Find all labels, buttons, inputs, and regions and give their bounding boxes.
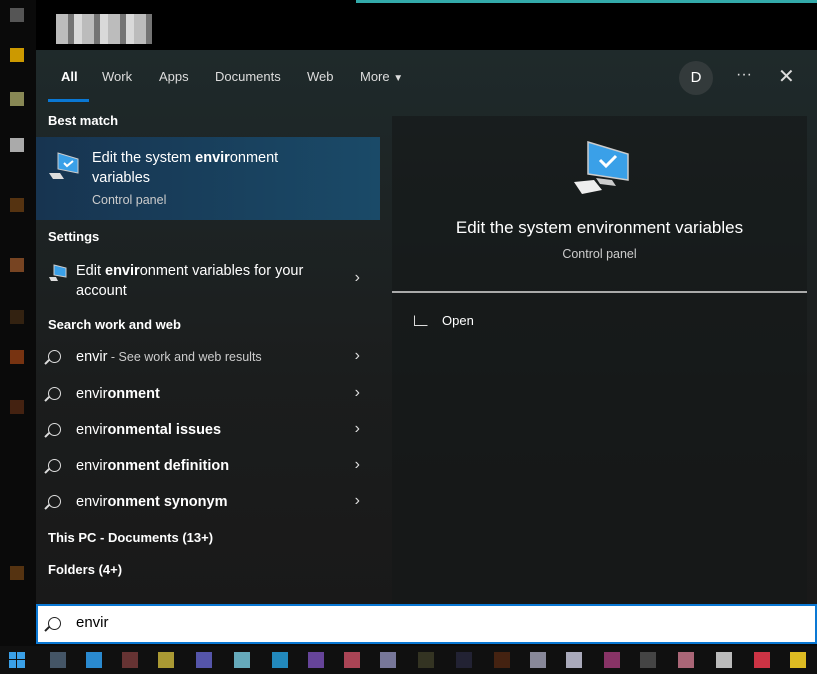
open-external-icon [414,315,428,326]
redacted-title [56,14,152,44]
taskbar-app-icon[interactable] [790,652,806,668]
web-result[interactable]: environmental issues › [36,413,380,449]
taskbar-app-icon[interactable] [566,652,582,668]
chevron-right-icon: › [354,456,360,473]
search-panel: All Work Apps Documents Web More ▼ D ···… [36,50,817,604]
tab-more[interactable]: More ▼ [360,69,403,84]
chevron-right-icon: › [354,269,360,286]
divider [392,291,807,293]
best-match-subtitle: Control panel [92,193,167,207]
tab-bar: All Work Apps Documents Web More ▼ D ···… [36,50,817,102]
search-input[interactable] [76,614,776,631]
web-result[interactable]: environment definition › [36,449,380,485]
web-result-label: environment [76,386,160,402]
web-result[interactable]: environment synonym › [36,485,380,521]
taskbar-app-icon[interactable] [380,652,396,668]
taskbar [0,646,817,674]
taskbar-app-icon[interactable] [158,652,174,668]
computer-check-icon [49,152,79,179]
folders-heading[interactable]: Folders (4+) [48,562,122,577]
taskbar-app-icon[interactable] [86,652,102,668]
taskbar-app-icon[interactable] [50,652,66,668]
chevron-right-icon: › [354,492,360,509]
tab-more-label: More [360,69,390,84]
taskbar-app-icon[interactable] [716,652,732,668]
tab-apps[interactable]: Apps [159,69,189,84]
preview-subtitle: Control panel [562,247,637,261]
taskbar-app-icon[interactable] [196,652,212,668]
chevron-right-icon: › [354,347,360,364]
taskbar-app-icon[interactable] [604,652,620,668]
chevron-right-icon: › [354,420,360,437]
web-result-label: environment definition [76,458,230,474]
results-list: Best match Edit the system environment v… [36,102,380,604]
documents-heading[interactable]: This PC - Documents (13+) [48,530,213,545]
preview-title: Edit the system environment variables [455,218,744,237]
taskbar-app-icon[interactable] [754,652,770,668]
best-match-title: Edit the system environment variables [92,150,279,186]
avatar[interactable]: D [679,61,713,95]
taskbar-app-icon[interactable] [494,652,510,668]
search-icon [48,459,61,472]
search-icon [48,423,61,436]
taskbar-app-icon[interactable] [272,652,288,668]
tab-web[interactable]: Web [307,69,334,84]
web-result[interactable]: envir - See work and web results › [36,340,380,376]
chevron-down-icon: ▼ [393,73,404,84]
close-icon[interactable]: ✕ [778,64,795,89]
web-result-label: environmental issues [76,422,222,438]
search-icon [48,387,61,400]
taskbar-app-icon[interactable] [308,652,324,668]
best-match-heading: Best match [48,113,119,128]
search-icon [48,617,61,630]
taskbar-app-icon[interactable] [456,652,472,668]
preview-pane: Edit the system environment variables Co… [392,116,807,604]
desktop-icons-strip [0,0,36,646]
open-label: Open [442,313,474,328]
search-icon [48,350,61,363]
web-result-label: envir - See work and web results [76,349,262,365]
best-match-result[interactable]: Edit the system environment variables Co… [36,137,380,220]
tab-documents[interactable]: Documents [215,69,281,84]
computer-check-icon [574,140,629,194]
more-options-icon[interactable]: ··· [736,66,752,84]
top-bar [36,0,817,50]
accent-line [356,0,817,3]
search-icon [48,495,61,508]
search-box[interactable] [36,604,817,644]
settings-result-label: Edit environment variables for your acco… [76,263,304,299]
taskbar-app-icon[interactable] [640,652,656,668]
chevron-right-icon: › [354,384,360,401]
open-button[interactable]: Open [414,313,474,328]
windows-start-icon[interactable] [9,652,25,668]
taskbar-app-icon[interactable] [678,652,694,668]
taskbar-app-icon[interactable] [234,652,250,668]
taskbar-app-icon[interactable] [418,652,434,668]
taskbar-app-icon[interactable] [122,652,138,668]
web-result[interactable]: environment › [36,377,380,413]
tab-all[interactable]: All [61,69,78,84]
web-result-label: environment synonym [76,494,228,510]
computer-settings-icon [49,264,67,281]
settings-result[interactable]: Edit environment variables for your acco… [36,257,380,303]
tab-work[interactable]: Work [102,69,132,84]
taskbar-app-icon[interactable] [530,652,546,668]
settings-heading: Settings [48,229,100,244]
search-web-heading: Search work and web [48,317,181,332]
taskbar-app-icon[interactable] [344,652,360,668]
